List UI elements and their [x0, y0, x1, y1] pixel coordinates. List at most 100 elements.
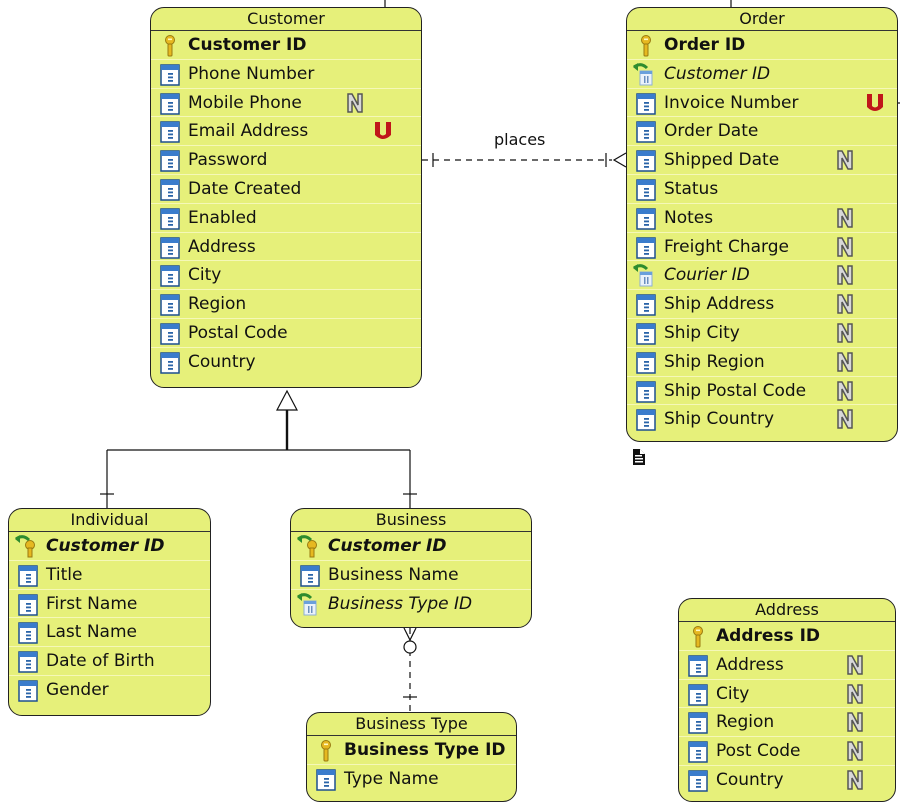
- attribute-row[interactable]: First Name: [9, 590, 210, 619]
- attribute-row[interactable]: Order ID: [627, 31, 897, 60]
- relationship-business-type[interactable]: [403, 627, 417, 712]
- attribute-name: Customer ID: [328, 536, 447, 556]
- note-icon[interactable]: [632, 448, 646, 466]
- attribute-name: Order ID: [664, 35, 746, 55]
- attribute-row[interactable]: Date of Birth: [9, 647, 210, 676]
- relationship-label-places: places: [494, 130, 546, 149]
- entity-order[interactable]: Order Order ID Customer ID Invoice Number Or…: [626, 7, 898, 442]
- attribute-name: Invoice Number: [664, 92, 799, 113]
- attribute-row[interactable]: Ship Address: [627, 290, 897, 319]
- attribute-row[interactable]: Ship Postal Code: [627, 377, 897, 406]
- attribute-name: Region: [716, 712, 775, 733]
- primary-foreign-key-icon: [15, 534, 35, 558]
- column-icon: [160, 265, 180, 288]
- attribute-row[interactable]: City: [679, 680, 895, 709]
- attribute-name: Address: [716, 654, 784, 675]
- attribute-row[interactable]: Customer ID: [9, 532, 210, 561]
- attribute-row[interactable]: Notes: [627, 204, 897, 233]
- entity-title: Address: [679, 599, 895, 622]
- attribute-row[interactable]: Business Type ID: [291, 590, 531, 619]
- attribute-row[interactable]: Region: [151, 290, 421, 319]
- attribute-row[interactable]: Email Address: [151, 117, 421, 147]
- column-icon: [160, 236, 180, 259]
- attribute-row[interactable]: Customer ID: [627, 60, 897, 89]
- column-icon: [18, 651, 38, 673]
- attribute-row[interactable]: Business Name: [291, 561, 531, 590]
- nullable-badge-icon: [835, 322, 855, 344]
- attribute-name: Shipped Date: [664, 150, 780, 171]
- attribute-row[interactable]: Mobile Phone: [151, 89, 421, 118]
- key-icon: [316, 740, 336, 762]
- attribute-name: Country: [716, 769, 784, 790]
- generalization-connector[interactable]: [100, 389, 417, 508]
- column-icon: [160, 64, 180, 86]
- attribute-row[interactable]: Invoice Number: [627, 89, 897, 118]
- nullable-badge-icon: [835, 293, 855, 315]
- attribute-row[interactable]: Order Date: [627, 117, 897, 147]
- attribute-row[interactable]: Gender: [9, 676, 210, 705]
- attribute-name: Order Date: [664, 121, 759, 142]
- attribute-row[interactable]: Address: [679, 651, 895, 680]
- attribute-row[interactable]: Ship City: [627, 319, 897, 348]
- entity-title: Customer: [151, 8, 421, 31]
- relationship-places[interactable]: [422, 152, 627, 168]
- attribute-row[interactable]: Shipped Date: [627, 146, 897, 175]
- entity-address[interactable]: Address Address ID Address City Region Post C…: [678, 598, 896, 802]
- attribute-row[interactable]: Title: [9, 561, 210, 590]
- column-icon: [636, 352, 656, 374]
- column-icon: [636, 150, 656, 172]
- attribute-row[interactable]: Region: [679, 708, 895, 738]
- attribute-row[interactable]: City: [151, 261, 421, 291]
- entity-business-type[interactable]: Business Type Business Type ID Type Name: [306, 712, 517, 802]
- attribute-row[interactable]: Ship Country: [627, 405, 897, 434]
- entity-customer[interactable]: Customer Customer ID Phone Number Mobile Ph…: [150, 7, 422, 388]
- attribute-name: Business Type ID: [328, 593, 473, 614]
- attribute-name: Email Address: [188, 121, 309, 142]
- entity-individual[interactable]: Individual Customer ID Title First Name Last…: [8, 508, 211, 716]
- attribute-row[interactable]: Address: [151, 233, 421, 262]
- attribute-name: Freight Charge: [664, 236, 789, 257]
- attribute-name: Date of Birth: [46, 651, 155, 672]
- column-icon: [160, 121, 180, 144]
- column-icon: [636, 294, 656, 316]
- nullable-badge-icon: [845, 769, 865, 791]
- attribute-row[interactable]: Date Created: [151, 175, 421, 204]
- column-icon: [688, 712, 708, 735]
- column-icon: [160, 208, 180, 230]
- attribute-name: Address: [188, 236, 256, 257]
- attribute-row[interactable]: Address ID: [679, 622, 895, 651]
- primary-foreign-key-icon: [297, 534, 317, 558]
- column-icon: [18, 565, 38, 587]
- column-icon: [160, 179, 180, 201]
- attribute-name: Address ID: [716, 626, 821, 646]
- attribute-row[interactable]: Postal Code: [151, 319, 421, 348]
- attribute-row[interactable]: Country: [151, 348, 421, 377]
- attribute-row[interactable]: Phone Number: [151, 60, 421, 89]
- attribute-row[interactable]: Customer ID: [291, 532, 531, 561]
- attribute-row[interactable]: Business Type ID: [307, 736, 516, 765]
- foreign-key-icon: [633, 62, 653, 86]
- attribute-row[interactable]: Courier ID: [627, 261, 897, 291]
- column-icon: [688, 683, 708, 706]
- column-icon: [160, 150, 180, 172]
- attribute-name: City: [188, 265, 222, 286]
- attribute-name: First Name: [46, 593, 138, 614]
- attribute-name: Business Type ID: [344, 740, 506, 760]
- attribute-name: Gender: [46, 679, 109, 700]
- attribute-row[interactable]: Password: [151, 146, 421, 175]
- attribute-row[interactable]: Last Name: [9, 618, 210, 648]
- attribute-row[interactable]: Freight Charge: [627, 233, 897, 262]
- column-icon: [636, 179, 656, 201]
- column-icon: [160, 92, 180, 115]
- attribute-row[interactable]: Ship Region: [627, 348, 897, 377]
- attribute-row[interactable]: Type Name: [307, 765, 516, 794]
- attribute-name: Enabled: [188, 207, 257, 228]
- column-icon: [688, 741, 708, 763]
- column-icon: [688, 770, 708, 792]
- attribute-row[interactable]: Status: [627, 175, 897, 204]
- attribute-row[interactable]: Customer ID: [151, 31, 421, 60]
- entity-business[interactable]: Business Customer ID Business Name Business…: [290, 508, 532, 628]
- attribute-row[interactable]: Country: [679, 766, 895, 795]
- attribute-row[interactable]: Enabled: [151, 204, 421, 233]
- attribute-row[interactable]: Post Code: [679, 737, 895, 766]
